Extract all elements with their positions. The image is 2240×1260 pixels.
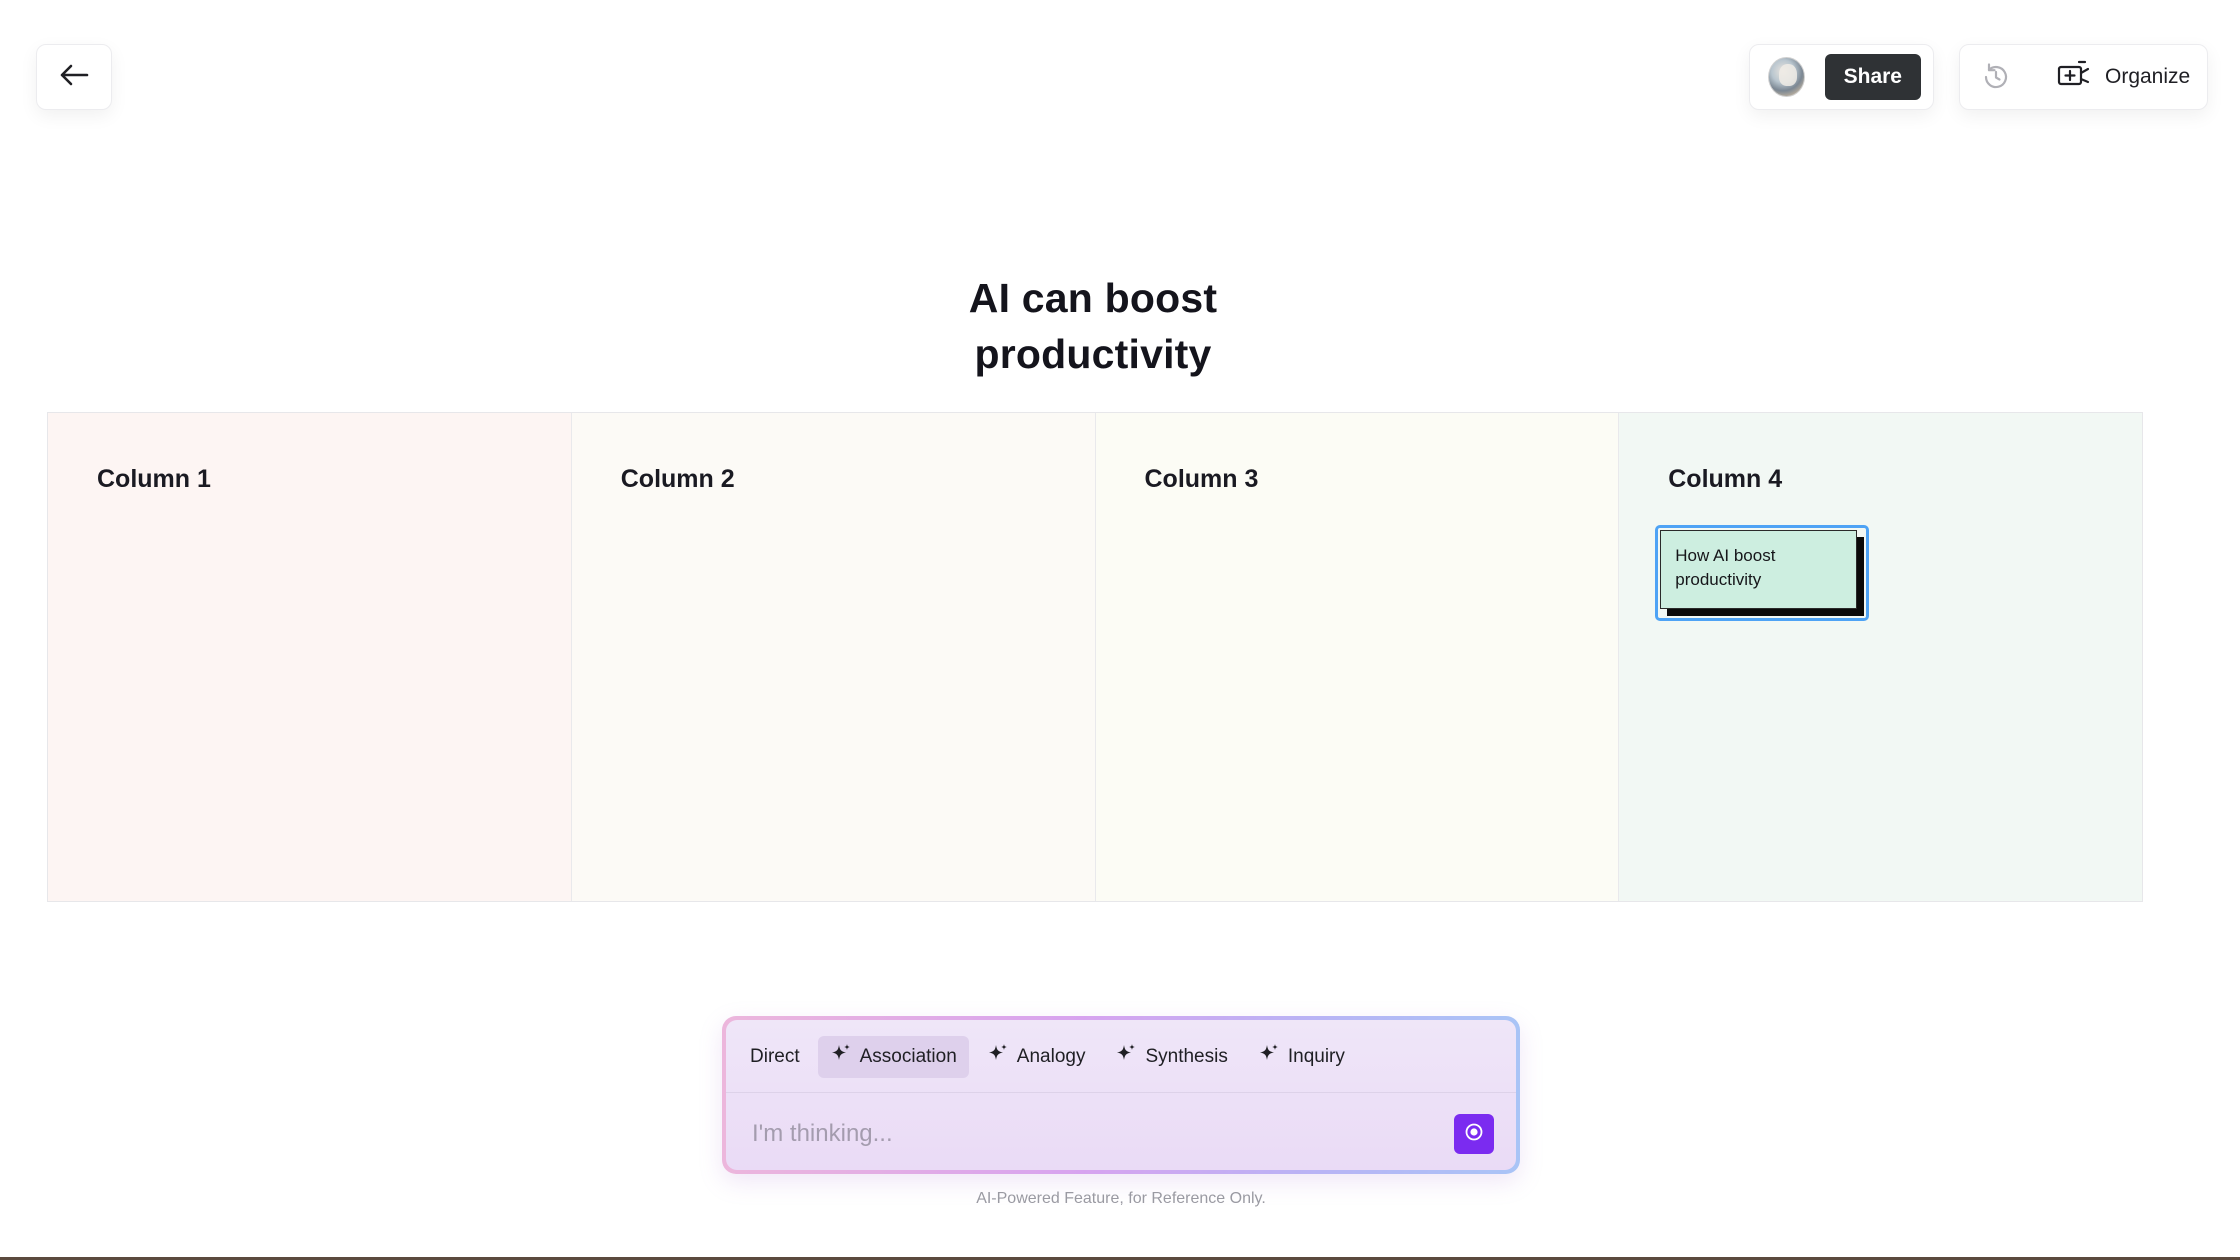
column-1[interactable]: Column 1: [48, 413, 572, 901]
mode-analogy[interactable]: Analogy: [975, 1036, 1098, 1078]
mode-inquiry[interactable]: Inquiry: [1246, 1036, 1357, 1078]
mode-label: Synthesis: [1145, 1046, 1228, 1067]
thinking-input[interactable]: [750, 1112, 1410, 1156]
share-button[interactable]: Share: [1824, 54, 1921, 100]
board-columns: Column 1 Column 2 Column 3 Column 4 How …: [47, 412, 2143, 902]
sticky-note-body: How AI boost productivity: [1660, 530, 1865, 616]
record-icon: [1464, 1122, 1484, 1147]
tools-group: Organize: [1959, 44, 2208, 110]
sparkle-icon: [1258, 1043, 1280, 1071]
ai-disclaimer: AI-Powered Feature, for Reference Only.: [976, 1190, 1266, 1207]
sticky-note-text[interactable]: How AI boost productivity: [1660, 530, 1858, 609]
column-header[interactable]: Column 4: [1668, 465, 1782, 494]
column-header[interactable]: Column 2: [621, 465, 735, 494]
column-3[interactable]: Column 3: [1095, 413, 1620, 901]
organize-button[interactable]: Organize: [2055, 58, 2190, 96]
sparkle-icon: [1115, 1043, 1137, 1071]
thinking-mode-tabs: Direct Association Analogy Synthesis Inq…: [738, 1036, 1504, 1078]
organize-label: Organize: [2105, 65, 2191, 88]
column-header[interactable]: Column 3: [1145, 465, 1259, 494]
column-header[interactable]: Column 1: [97, 465, 211, 494]
board-title-line-2: productivity: [974, 331, 1212, 377]
add-to-board-icon: [2055, 58, 2091, 96]
arrow-left-icon: [59, 63, 89, 92]
back-button[interactable]: [36, 44, 112, 110]
mode-label: Analogy: [1016, 1046, 1086, 1067]
mode-association[interactable]: Association: [817, 1036, 969, 1078]
ai-prompt-panel: Direct Association Analogy Synthesis Inq…: [726, 1020, 1516, 1170]
prompt-divider: [726, 1092, 1516, 1093]
mode-synthesis[interactable]: Synthesis: [1103, 1036, 1239, 1078]
column-2[interactable]: Column 2: [571, 413, 1096, 901]
sticky-note[interactable]: How AI boost productivity: [1655, 525, 1870, 621]
mode-label: Inquiry: [1287, 1046, 1345, 1067]
share-group: Share: [1749, 44, 1934, 110]
board-title-line-1: AI can boost: [968, 275, 1218, 321]
board-title[interactable]: AI can boost productivity: [0, 270, 2186, 382]
send-button[interactable]: [1454, 1114, 1494, 1154]
avatar[interactable]: [1768, 57, 1805, 97]
sparkle-icon: [987, 1043, 1009, 1071]
sparkle-icon: [830, 1043, 852, 1071]
ai-prompt-box: Direct Association Analogy Synthesis Inq…: [722, 1016, 1520, 1174]
column-4[interactable]: Column 4 How AI boost productivity: [1619, 413, 2142, 901]
mode-label: Association: [859, 1046, 957, 1067]
mode-label: Direct: [750, 1046, 800, 1067]
history-icon[interactable]: [1980, 59, 2012, 95]
mode-direct[interactable]: Direct: [738, 1036, 812, 1078]
